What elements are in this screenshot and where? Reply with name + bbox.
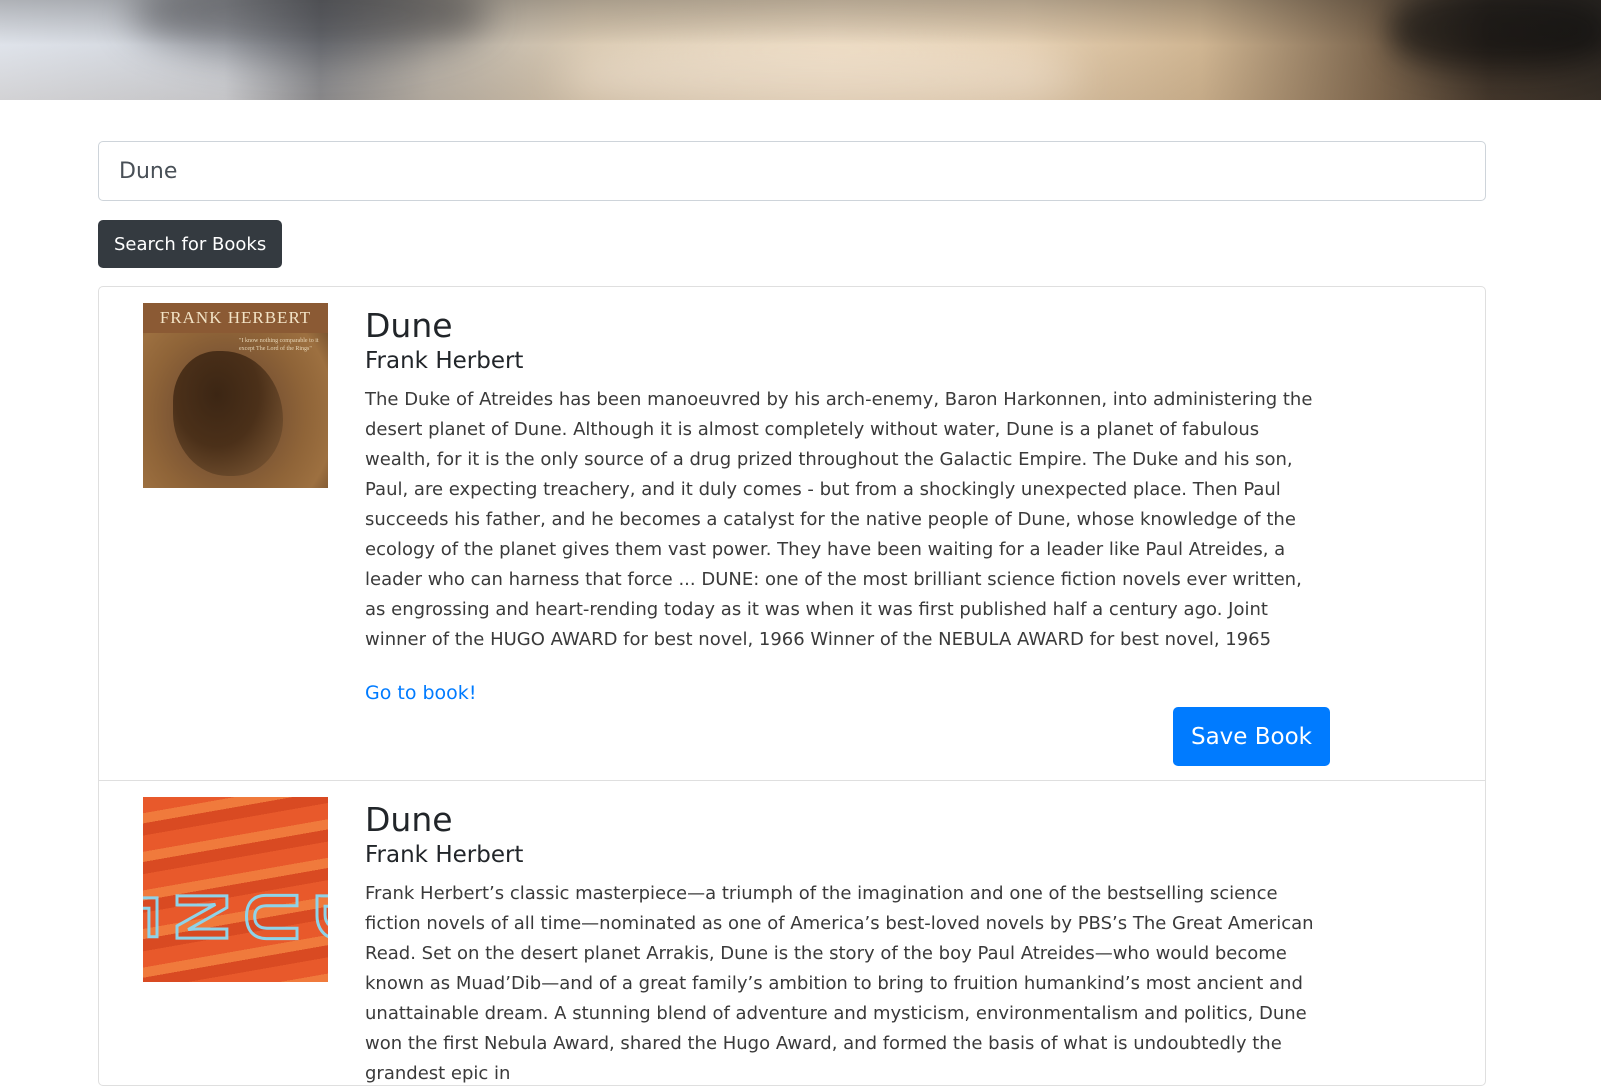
book-title: Dune — [365, 800, 453, 839]
cover-title-letters: D U N E — [143, 882, 328, 952]
hero-banner — [0, 0, 1601, 100]
search-button[interactable]: Search for Books — [98, 220, 283, 268]
book-title: Dune — [365, 306, 453, 345]
book-description: The Duke of Atreides has been manoeuvred… — [365, 389, 1313, 650]
book-cover-image: FRANK HERBERT "I know nothing comparable… — [143, 303, 328, 488]
hero-shade — [0, 0, 1601, 100]
cover-letter: U — [230, 890, 313, 945]
book-card: D U N E Dune Frank Herbert Frank Herbert… — [99, 780, 1485, 1085]
book-description: Frank Herbert’s classic masterpiece—a tr… — [365, 883, 1314, 1084]
search-results-list: FRANK HERBERT "I know nothing comparable… — [98, 286, 1486, 1086]
search-input[interactable] — [98, 141, 1486, 201]
save-book-button[interactable]: Save Book — [1173, 707, 1330, 766]
book-info: Dune Frank Herbert Frank Herbert’s class… — [365, 800, 1325, 1085]
cover-letter: N — [160, 890, 243, 945]
book-cover-image: D U N E — [143, 797, 328, 982]
book-info: Dune Frank Herbert The Duke of Atreides … — [365, 306, 1325, 705]
cover-author-text: FRANK HERBERT — [143, 303, 328, 333]
go-to-book-link[interactable]: Go to book! — [365, 682, 476, 704]
book-author: Frank Herbert — [365, 348, 524, 374]
cover-quote: "I know nothing comparable to it except … — [239, 338, 319, 352]
cover-artwork — [173, 351, 283, 476]
book-card: FRANK HERBERT "I know nothing comparable… — [99, 287, 1485, 780]
book-author: Frank Herbert — [365, 842, 524, 868]
